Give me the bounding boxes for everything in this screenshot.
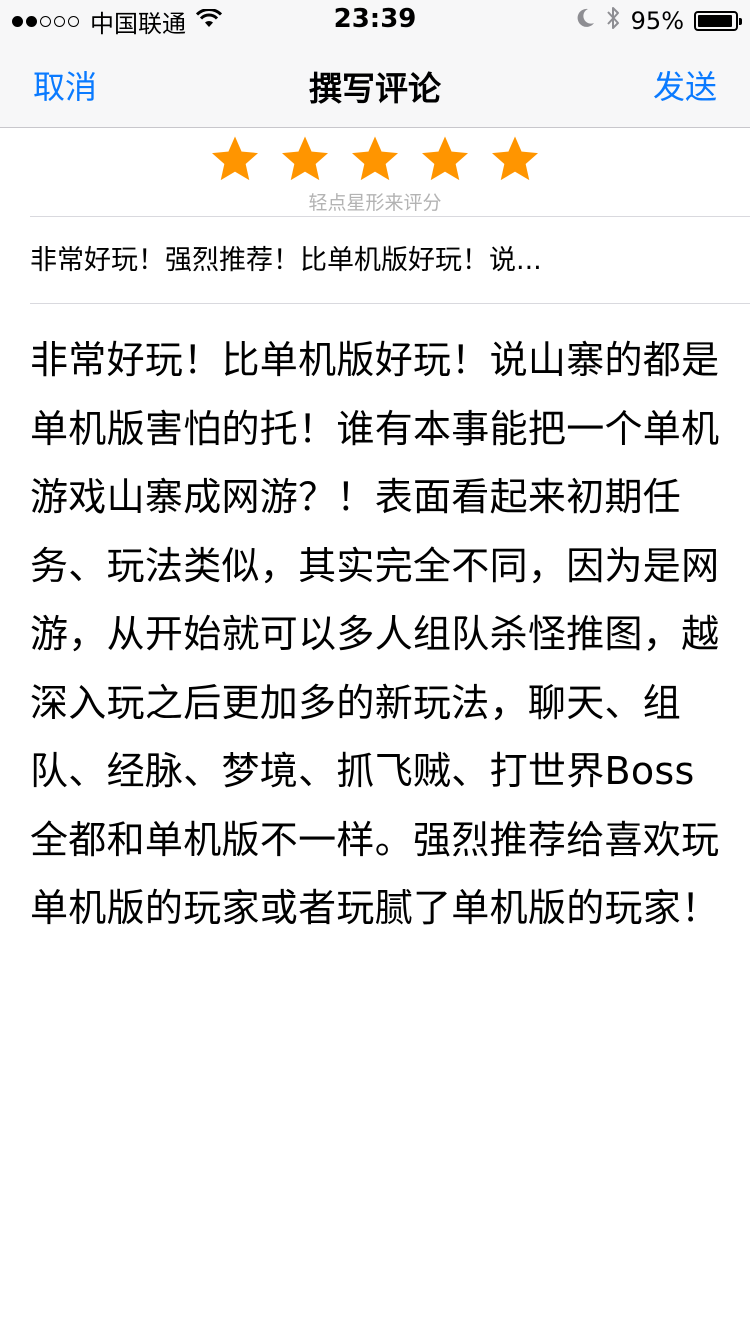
navigation-header: 中国联通 23:39 95% 取消 撰写评论 发送 xyxy=(0,0,750,128)
star-icon[interactable] xyxy=(282,136,328,182)
battery-fill xyxy=(698,15,733,27)
page-title: 撰写评论 xyxy=(309,69,441,108)
divider xyxy=(30,303,750,304)
review-title-input[interactable]: 非常好玩！强烈推荐！比单机版好玩！说... xyxy=(30,238,710,277)
status-bar: 中国联通 23:39 95% xyxy=(0,0,750,40)
battery-percent: 95% xyxy=(630,7,684,35)
status-right: 95% xyxy=(565,5,742,37)
bluetooth-icon xyxy=(605,5,621,37)
battery-icon xyxy=(694,11,742,31)
rating-hint: 轻点星形来评分 xyxy=(308,192,442,214)
star-icon[interactable] xyxy=(352,136,398,182)
review-body-input[interactable]: 非常好玩！比单机版好玩！说山寨的都是单机版害怕的托！谁有本事能把一个单机游戏山寨… xyxy=(30,326,725,943)
divider xyxy=(30,216,750,217)
star-rating xyxy=(0,136,750,182)
star-icon[interactable] xyxy=(212,136,258,182)
star-icon[interactable] xyxy=(422,136,468,182)
send-button[interactable]: 发送 xyxy=(653,62,717,108)
star-icon[interactable] xyxy=(492,136,538,182)
moon-icon xyxy=(575,7,595,35)
